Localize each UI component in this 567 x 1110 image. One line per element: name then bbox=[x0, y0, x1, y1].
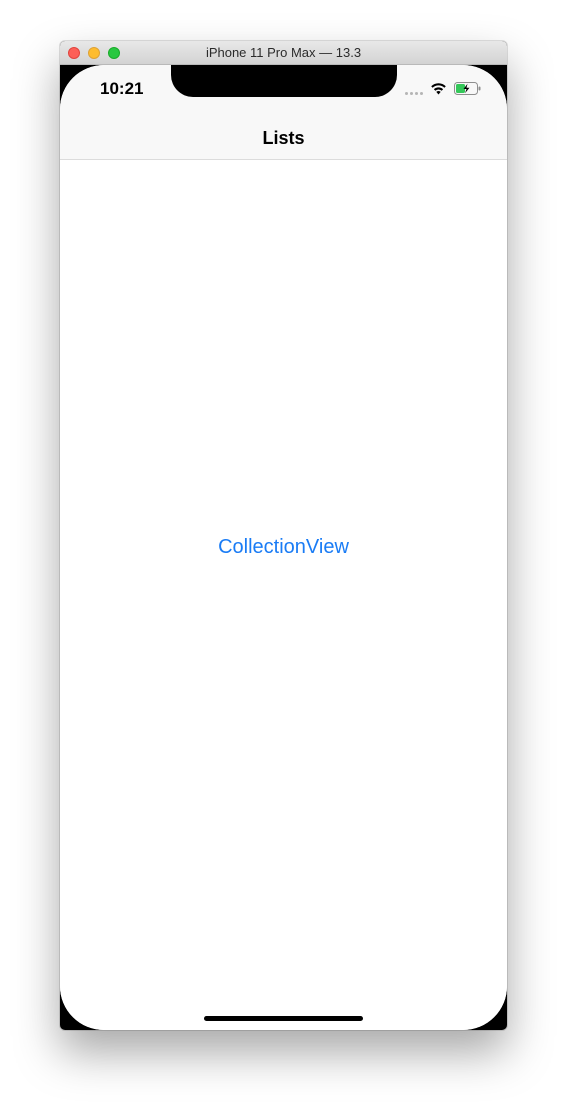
main-content: CollectionView bbox=[60, 160, 507, 1030]
simulator-window: iPhone 11 Pro Max — 13.3 10:21 Lists Col… bbox=[60, 41, 507, 1030]
navigation-bar: Lists bbox=[60, 119, 507, 160]
status-time: 10:21 bbox=[100, 79, 144, 98]
home-indicator[interactable] bbox=[204, 1016, 363, 1021]
status-bar: 10:21 bbox=[60, 65, 507, 119]
signal-icon bbox=[405, 92, 423, 95]
window-titlebar[interactable]: iPhone 11 Pro Max — 13.3 bbox=[60, 41, 507, 65]
page-title: Lists bbox=[262, 128, 305, 148]
battery-charging-icon bbox=[454, 82, 481, 95]
wifi-icon bbox=[431, 83, 446, 95]
device-notch bbox=[171, 65, 397, 97]
window-title: iPhone 11 Pro Max — 13.3 bbox=[205, 45, 362, 60]
device-screen: 10:21 Lists CollectionView bbox=[60, 65, 507, 1030]
collection-view-button[interactable]: CollectionView bbox=[60, 536, 507, 559]
